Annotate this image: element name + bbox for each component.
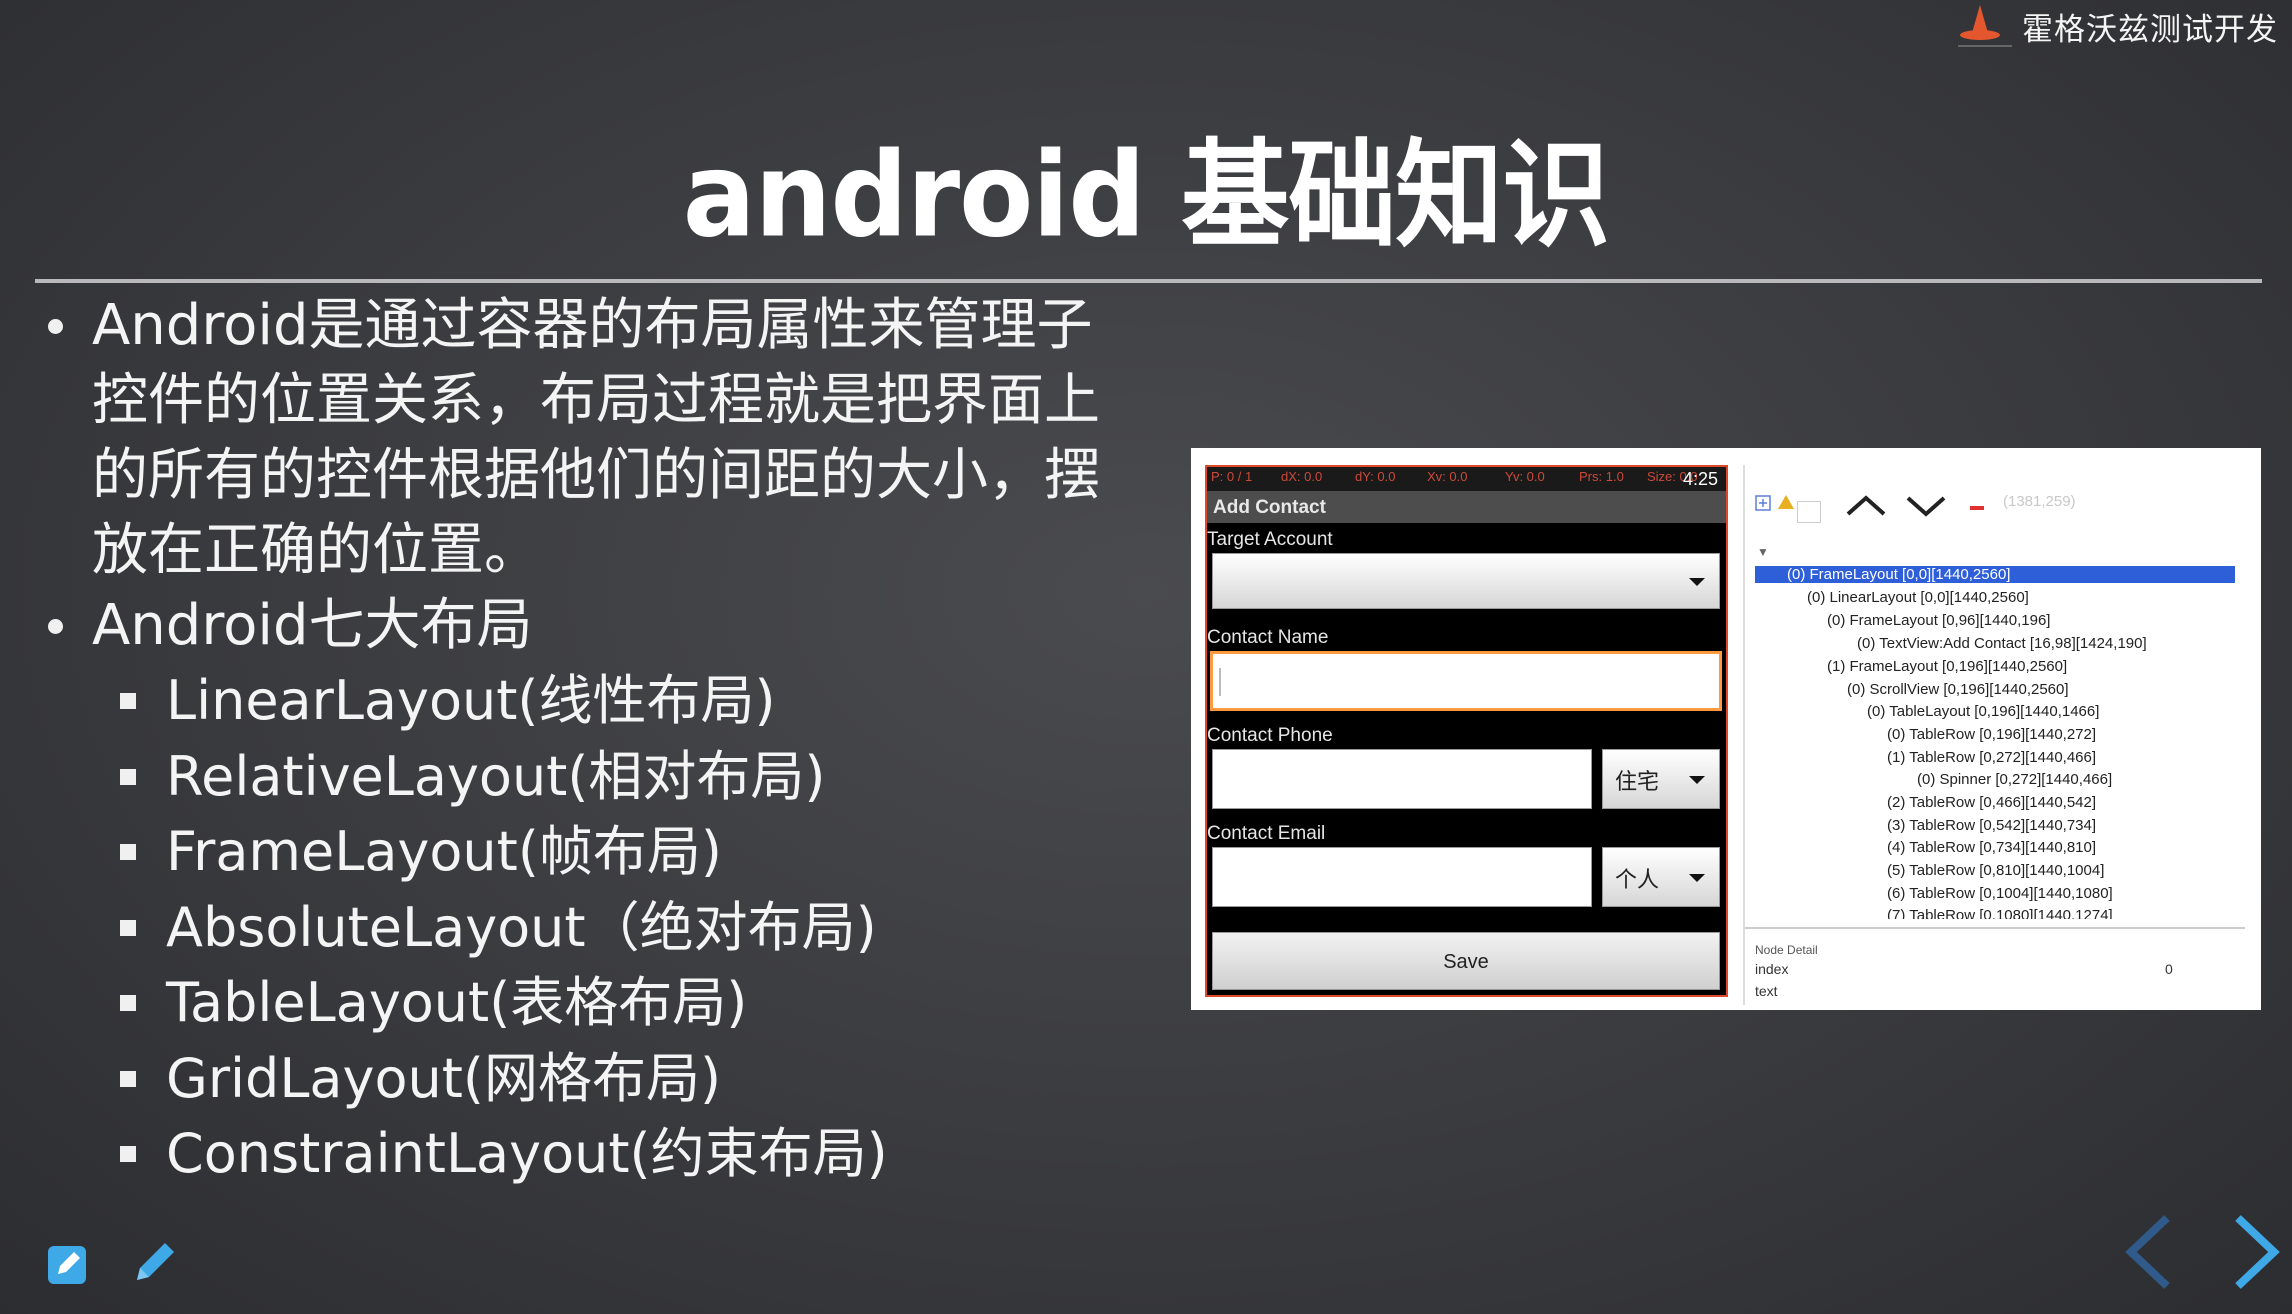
tree-toggle-icon[interactable]: ▼ [1757, 545, 1769, 559]
tree-node[interactable]: (1) TableRow [0,272][1440,466] [1887, 749, 2096, 766]
embedded-screenshot: P: 0 / 1 dX: 0.0 dY: 0.0 Xv: 0.0 Yv: 0.0… [1191, 448, 2261, 1010]
tree-node[interactable]: (4) TableRow [0,734][1440,810] [1887, 839, 2096, 856]
bullet-item: Android是通过容器的布局属性来管理子 控件的位置关系，布局过程就是把界面上… [42, 288, 1162, 588]
bullet-line: 控件的位置关系，布局过程就是把界面上 [92, 368, 1100, 433]
status-item: Prs: 1.0 [1579, 469, 1624, 484]
contact-email-label: Contact Email [1207, 823, 1326, 844]
bullet-line: Android七大布局 [92, 593, 533, 658]
pencil-icon[interactable] [131, 1236, 181, 1290]
brand-name: 霍格沃兹测试开发 [2022, 11, 2278, 48]
detail-key: text [1755, 983, 1778, 999]
sub-bullet-item: TableLayout(表格布局) [120, 965, 1162, 1041]
tree-node[interactable]: (0) TextView:Add Contact [16,98][1424,19… [1857, 635, 2147, 652]
status-item: P: 0 / 1 [1211, 469, 1253, 484]
sub-bullet-item: AbsoluteLayout（绝对布局) [120, 890, 1162, 966]
text-cursor [1219, 668, 1221, 696]
sub-bullet-item: FrameLayout(帧布局) [120, 814, 1162, 890]
detail-value: 0 [2165, 961, 2173, 977]
sub-bullet-item: RelativeLayout(相对布局) [120, 739, 1162, 815]
detail-row: index 0 [1755, 961, 2255, 983]
chevron-up-icon[interactable] [1845, 493, 1887, 522]
slide-title: android 基础知识 [682, 128, 1610, 264]
bullet-line: 放在正确的位置。 [92, 518, 540, 583]
target-account-label: Target Account [1207, 529, 1333, 550]
cursor-coordinates: (1381,259) [2003, 493, 2076, 510]
tree-node[interactable]: (0) FrameLayout [0,0][1440,2560] [1755, 566, 2235, 583]
ui-hierarchy-panel: (1381,259) ▼ (0) FrameLayout [0,0][1440,… [1743, 465, 2257, 1005]
tree-node[interactable]: (0) FrameLayout [0,96][1440,196] [1827, 612, 2050, 629]
tree-node[interactable]: (1) FrameLayout [0,196][1440,2560] [1827, 658, 2067, 675]
bottom-toolbar [46, 1236, 181, 1290]
tree-node[interactable]: (0) TableRow [0,196][1440,272] [1887, 726, 2096, 743]
dropdown-arrow-icon [1689, 776, 1705, 784]
app-title: Add Contact [1207, 491, 1726, 523]
status-bar: P: 0 / 1 dX: 0.0 dY: 0.0 Xv: 0.0 Yv: 0.0… [1207, 467, 1726, 491]
sub-bullet-item: GridLayout(网格布局) [120, 1041, 1162, 1117]
status-item: dX: 0.0 [1281, 469, 1323, 484]
phone-type-spinner[interactable]: 住宅 [1602, 749, 1720, 809]
expand-all-icon[interactable] [1755, 495, 1771, 516]
status-item: dY: 0.0 [1355, 469, 1396, 484]
bullet-line: Android是通过容器的布局属性来管理子 [92, 293, 1093, 358]
sub-bullet-item: LinearLayout(线性布局) [120, 663, 1162, 739]
tree-node[interactable]: (0) LinearLayout [0,0][1440,2560] [1807, 589, 2029, 606]
contact-name-label: Contact Name [1207, 627, 1329, 648]
panel-divider [1745, 927, 2245, 929]
save-button[interactable]: Save [1212, 932, 1720, 990]
phone-type-value: 住宅 [1615, 769, 1660, 794]
phone-screen: P: 0 / 1 dX: 0.0 dY: 0.0 Xv: 0.0 Yv: 0.0… [1205, 465, 1728, 997]
contact-phone-field[interactable] [1212, 749, 1592, 809]
next-arrow-icon[interactable] [2230, 1214, 2282, 1294]
node-detail: Node Detail index 0 text [1755, 943, 2255, 999]
contact-phone-label: Contact Phone [1207, 725, 1333, 746]
tree-node[interactable]: (0) ScrollView [0,196][1440,2560] [1847, 681, 2069, 698]
tree-node[interactable]: (7) TableRow [0,1080][1440,1274] [1887, 907, 2113, 919]
minus-icon[interactable] [1970, 506, 1984, 510]
checkbox-icon[interactable] [1797, 501, 1821, 523]
sub-bullet-item: ConstraintLayout(约束布局) [120, 1116, 1162, 1192]
node-detail-heading: Node Detail [1755, 943, 1818, 957]
contact-email-field[interactable] [1212, 847, 1592, 907]
tree-node[interactable]: (2) TableRow [0,466][1440,542] [1887, 794, 2096, 811]
dropdown-arrow-icon [1689, 874, 1705, 882]
bullet-list: Android是通过容器的布局属性来管理子 控件的位置关系，布局过程就是把界面上… [42, 288, 1162, 1192]
slide-navigation [2123, 1214, 2282, 1294]
previous-arrow-icon[interactable] [2123, 1214, 2175, 1294]
brand-logo: 霍格沃兹测试开发 [1958, 0, 2278, 52]
detail-key: index [1755, 961, 1789, 977]
contact-name-field[interactable] [1210, 651, 1722, 711]
status-item: Xv: 0.0 [1427, 469, 1468, 484]
bullet-line: 的所有的控件根据他们的间距的大小，摆 [92, 443, 1100, 508]
tree-node[interactable]: (0) Spinner [0,272][1440,466] [1917, 771, 2112, 788]
bullet-item: Android七大布局 [42, 588, 1162, 663]
edit-note-icon[interactable] [46, 1242, 90, 1290]
email-type-value: 个人 [1615, 867, 1660, 892]
dropdown-arrow-icon [1689, 578, 1705, 586]
status-item: Yv: 0.0 [1505, 469, 1545, 484]
title-divider [35, 279, 2262, 283]
chevron-down-icon[interactable] [1905, 495, 1947, 524]
tree-node[interactable]: (0) TableLayout [0,196][1440,1466] [1867, 703, 2099, 720]
target-account-spinner[interactable] [1212, 553, 1720, 609]
tree-node[interactable]: (5) TableRow [0,810][1440,1004] [1887, 862, 2104, 879]
wizard-hat-icon [1958, 3, 2014, 49]
email-type-spinner[interactable]: 个人 [1602, 847, 1720, 907]
warning-icon[interactable] [1777, 494, 1795, 515]
tree-node[interactable]: (3) TableRow [0,542][1440,734] [1887, 817, 2096, 834]
status-time: 4:25 [1682, 469, 1718, 489]
tree-node[interactable]: (6) TableRow [0,1004][1440,1080] [1887, 885, 2113, 902]
